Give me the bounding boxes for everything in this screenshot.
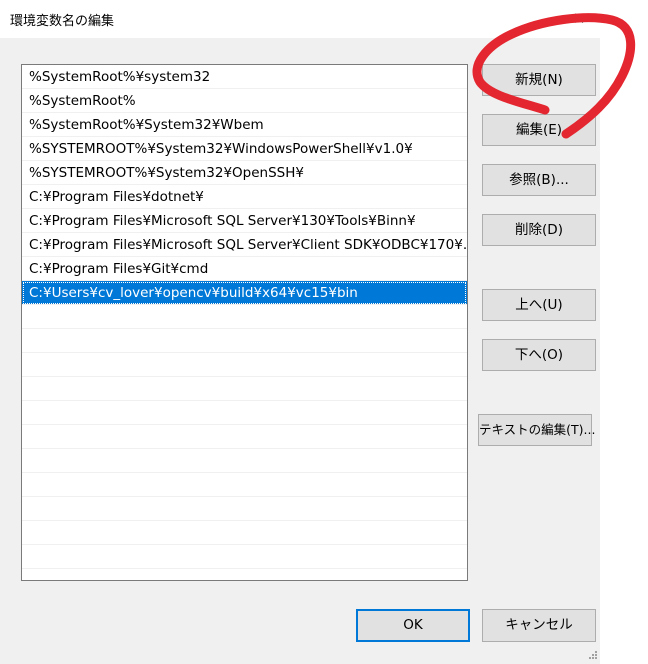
dialog-title: 環境変数名の編集: [10, 14, 115, 29]
move-up-button[interactable]: 上へ(U): [482, 289, 596, 321]
path-list-empty-row[interactable]: [22, 473, 467, 497]
delete-button[interactable]: 削除(D): [482, 214, 596, 246]
path-list-empty-row[interactable]: [22, 329, 467, 353]
path-list-item[interactable]: %SystemRoot%¥System32¥Wbem: [22, 113, 467, 137]
path-list-empty-row[interactable]: [22, 425, 467, 449]
background-edge: [600, 0, 648, 664]
edit-text-button[interactable]: テキストの編集(T)...: [478, 414, 595, 446]
path-list-item[interactable]: C:¥Program Files¥dotnet¥: [22, 185, 467, 209]
path-list-item[interactable]: C:¥Program Files¥Microsoft SQL Server¥13…: [22, 209, 467, 233]
path-list-empty-row[interactable]: [22, 545, 467, 569]
path-list-item-selected[interactable]: C:¥Users¥cv_lover¥opencv¥build¥x64¥vc15¥…: [22, 281, 467, 305]
path-list-empty-row[interactable]: [22, 521, 467, 545]
path-list-empty-row[interactable]: [22, 401, 467, 425]
path-list-item[interactable]: %SYSTEMROOT%¥System32¥OpenSSH¥: [22, 161, 467, 185]
browse-button[interactable]: 参照(B)...: [482, 164, 596, 196]
path-listbox[interactable]: %SystemRoot%¥system32 %SystemRoot% %System…: [21, 64, 468, 581]
close-icon[interactable]: ✕: [564, 8, 594, 30]
cancel-button[interactable]: キャンセル: [482, 609, 596, 642]
path-list-item[interactable]: %SystemRoot%¥system32: [22, 65, 467, 89]
new-button[interactable]: 新規(N): [482, 64, 596, 96]
path-list-empty-row[interactable]: [22, 497, 467, 521]
path-list-empty-row[interactable]: [22, 449, 467, 473]
move-down-button[interactable]: 下へ(O): [482, 339, 596, 371]
path-list-item[interactable]: %SYSTEMROOT%¥System32¥WindowsPowerShell¥…: [22, 137, 467, 161]
edit-environment-variable-dialog: 環境変数名の編集 ✕ %SystemRoot%¥system32 %SystemR…: [0, 0, 648, 664]
ok-button[interactable]: OK: [356, 609, 470, 642]
edit-button[interactable]: 編集(E): [482, 114, 596, 146]
path-list-empty-row[interactable]: [22, 305, 467, 329]
path-list-empty-row[interactable]: [22, 377, 467, 401]
path-list-empty-row[interactable]: [22, 353, 467, 377]
path-list-item[interactable]: C:¥Program Files¥Git¥cmd: [22, 257, 467, 281]
resize-grip-icon[interactable]: [586, 650, 598, 662]
path-list-item[interactable]: C:¥Program Files¥Microsoft SQL Server¥Cl…: [22, 233, 467, 257]
title-bar: 環境変数名の編集 ✕: [0, 0, 600, 39]
path-list-item[interactable]: %SystemRoot%: [22, 89, 467, 113]
